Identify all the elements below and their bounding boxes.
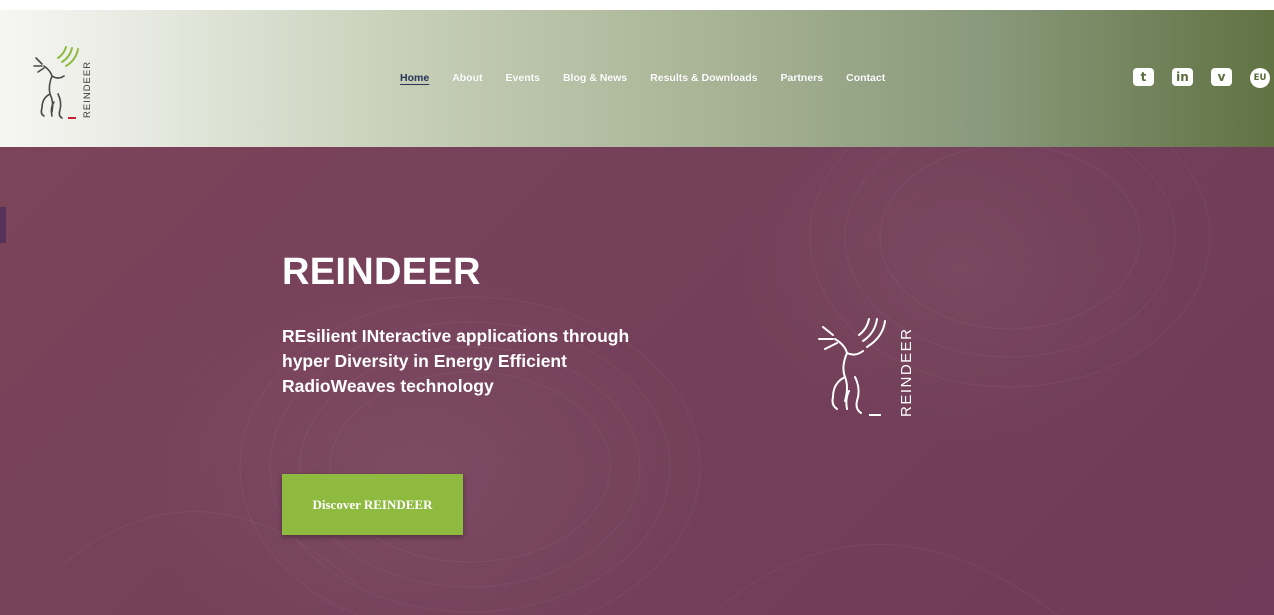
social-links: t in v EU: [1133, 68, 1274, 88]
eu-icon[interactable]: EU: [1250, 68, 1270, 88]
hero-subtitle: REsilient INteractive applications throu…: [282, 326, 630, 396]
nav-item-results-downloads[interactable]: Results & Downloads: [650, 72, 757, 84]
vimeo-icon[interactable]: v: [1211, 68, 1232, 86]
site-logo[interactable]: REINDEER: [28, 36, 108, 128]
main-nav: Home About Events Blog & News Results & …: [400, 68, 908, 88]
discover-reindeer-button[interactable]: Discover REINDEER: [282, 474, 463, 535]
hero-title: REINDEER: [282, 251, 481, 293]
nav-item-partners[interactable]: Partners: [781, 72, 824, 84]
hero-section: REINDEER REsilient INteractive applicati…: [0, 147, 1274, 615]
site-header: REINDEER Home About Events Blog & News R…: [0, 10, 1274, 147]
hero-logo-wordmark: REINDEER: [898, 327, 915, 417]
nav-item-about[interactable]: About: [452, 72, 482, 84]
linkedin-icon[interactable]: in: [1172, 68, 1193, 86]
left-edge-strip: [0, 207, 6, 243]
twitter-icon[interactable]: t: [1133, 68, 1154, 86]
nav-item-contact[interactable]: Contact: [846, 72, 885, 84]
nav-item-events[interactable]: Events: [506, 72, 540, 84]
nav-item-home[interactable]: Home: [400, 72, 429, 84]
nav-item-blog-news[interactable]: Blog & News: [563, 72, 627, 84]
reindeer-logo-icon: REINDEER: [33, 46, 93, 119]
reindeer-hero-logo-icon: REINDEER: [818, 318, 915, 417]
logo-wordmark: REINDEER: [82, 61, 93, 118]
